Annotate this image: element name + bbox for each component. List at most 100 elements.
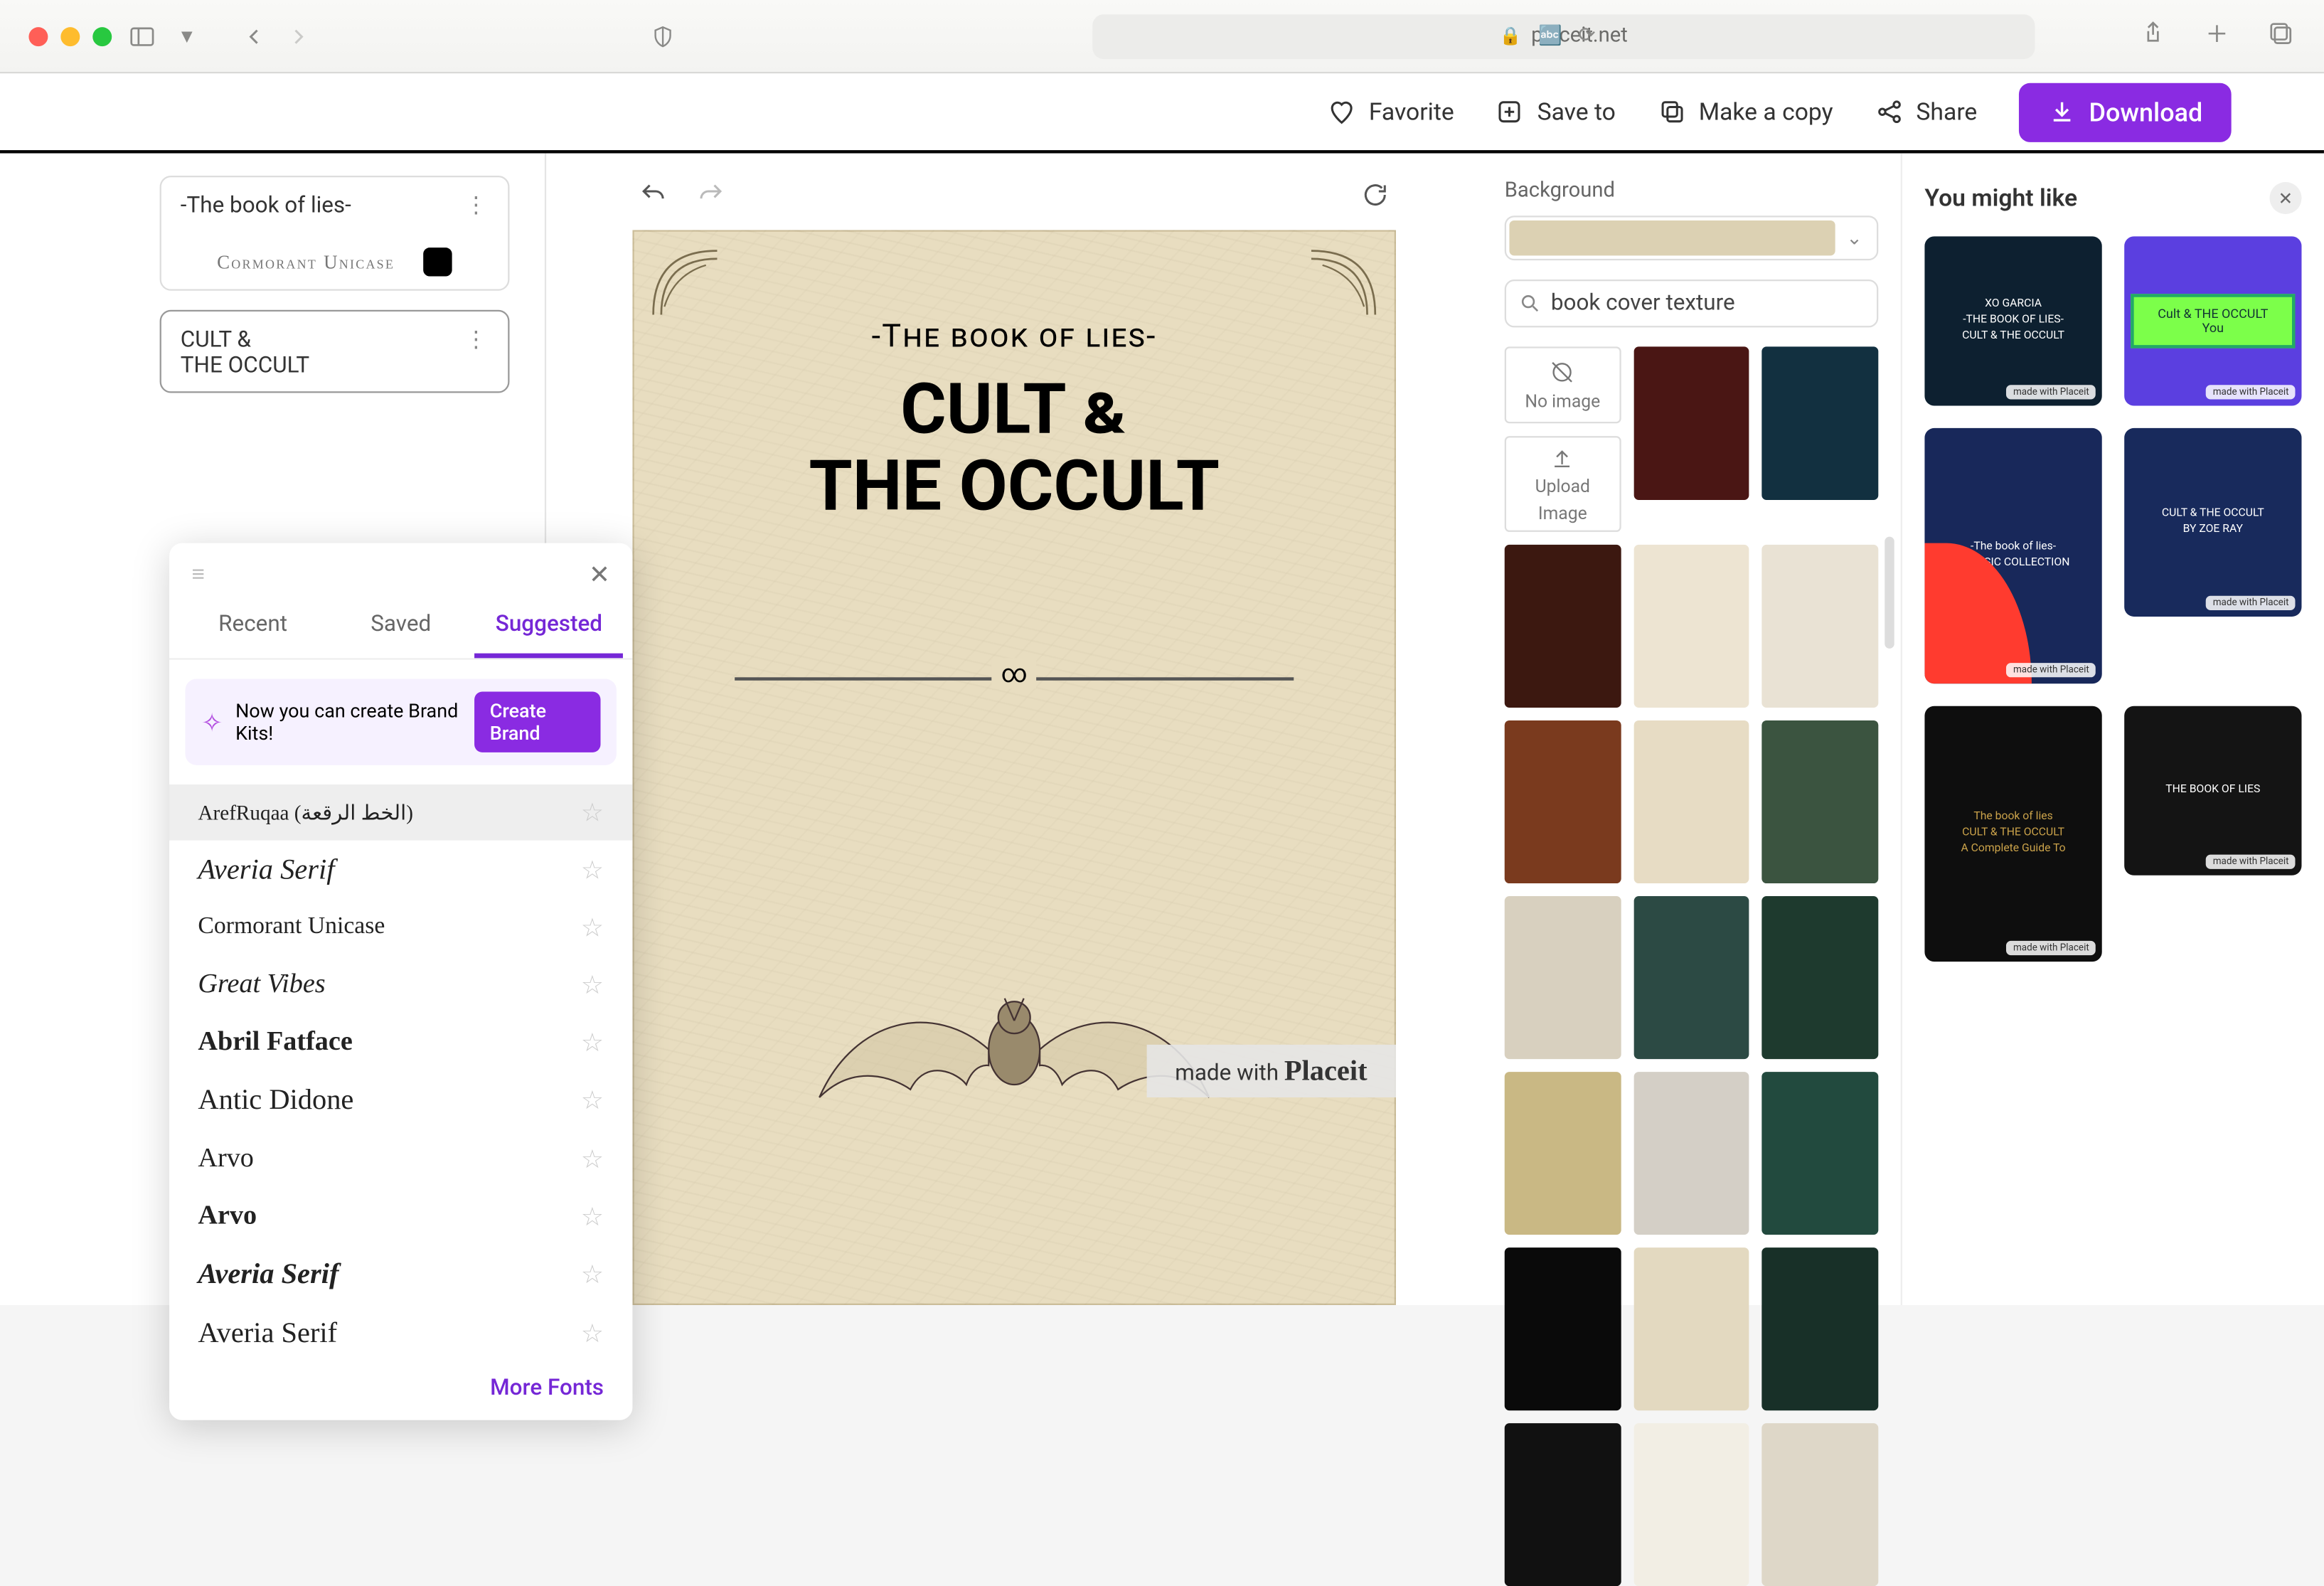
suggestion-card[interactable]: -The book of lies- CLASSIC COLLECTIONmad… [1924, 428, 2101, 683]
tab-saved[interactable]: Saved [327, 596, 475, 659]
maximize-window[interactable] [92, 26, 112, 46]
suggestions-panel: You might like ✕ XO GARCIA -THE BOOK OF … [1902, 154, 2324, 1305]
share-button[interactable]: Share [1875, 97, 1977, 126]
font-option[interactable]: Cormorant Unicase☆ [169, 899, 632, 955]
texture-swatch[interactable] [1633, 896, 1749, 1059]
cover-title[interactable]: CULT & THE OCCULT [632, 370, 1396, 524]
tab-suggested[interactable]: Suggested [475, 596, 623, 659]
more-icon[interactable]: ⋮ [465, 193, 489, 219]
redo-icon[interactable] [696, 180, 725, 215]
font-option[interactable]: Arvo ☆ [169, 1129, 632, 1187]
scrollbar[interactable] [1885, 537, 1894, 649]
window-controls[interactable] [28, 26, 112, 46]
texture-swatch[interactable] [1505, 545, 1621, 708]
texture-swatch[interactable] [1505, 1423, 1621, 1586]
suggestion-card[interactable]: The book of lies CULT & THE OCCULT A Com… [1924, 706, 2101, 962]
no-image-option[interactable]: No image [1505, 346, 1621, 423]
canvas-area: -The book of lies- CULT & THE OCCULT mad… [546, 154, 1482, 1305]
create-brand-button[interactable]: Create Brand [474, 692, 600, 752]
suggestion-card[interactable]: THE BOOK OF LIESmade with Placeit [2124, 706, 2301, 876]
cover-subtitle[interactable]: -The book of lies- [632, 316, 1396, 354]
star-icon[interactable]: ☆ [581, 912, 604, 942]
undo-icon[interactable] [639, 180, 667, 215]
texture-swatch[interactable] [1505, 896, 1621, 1059]
texture-swatch[interactable] [1633, 1072, 1749, 1235]
texture-swatch[interactable] [1762, 1247, 1878, 1410]
minimize-window[interactable] [60, 26, 80, 46]
reload-icon[interactable]: ⟳ [1578, 24, 1595, 48]
brand-kit-banner: ✧ Now you can create Brand Kits! Create … [186, 679, 617, 765]
star-icon[interactable]: ☆ [581, 969, 604, 999]
texture-swatch[interactable] [1762, 545, 1878, 708]
suggestion-card[interactable]: Cult & THE OCCULT Youmade with Placeit [2124, 236, 2301, 405]
texture-swatch[interactable] [1762, 346, 1878, 500]
more-icon[interactable]: ⋮ [465, 327, 489, 353]
star-icon[interactable]: ☆ [581, 1085, 604, 1115]
translate-icon[interactable]: 🔤 [1538, 24, 1562, 48]
text-layer-card-1[interactable]: -The book of lies- ⋮ Cormorant Unicase [160, 176, 510, 291]
texture-swatch[interactable] [1762, 896, 1878, 1059]
font-option[interactable]: Great Vibes☆ [169, 955, 632, 1013]
texture-swatch[interactable] [1505, 1247, 1621, 1410]
text-layer-card-2[interactable]: CULT & THE OCCULT ⋮ [160, 310, 510, 393]
sidebar-toggle-icon[interactable] [128, 21, 156, 50]
font-preview-label: Averia Serif [198, 1257, 339, 1291]
star-icon[interactable]: ☆ [581, 855, 604, 885]
close-icon[interactable]: ✕ [2270, 182, 2302, 214]
save-to-button[interactable]: Save to [1496, 97, 1616, 126]
texture-swatch[interactable] [1505, 720, 1621, 883]
texture-swatch[interactable] [1762, 1072, 1878, 1235]
shield-icon[interactable] [649, 23, 677, 49]
more-fonts-link[interactable]: More Fonts [169, 1359, 632, 1410]
font-option[interactable]: ArefRuqaa (الخط الرقعة)☆ [169, 784, 632, 841]
suggestion-card[interactable]: CULT & THE OCCULT BY ZOE RAYmade with Pl… [2124, 428, 2301, 617]
drag-handle-icon[interactable]: ≡ [192, 560, 205, 587]
font-option[interactable]: Averia Serif☆ [169, 1304, 632, 1360]
star-icon[interactable]: ☆ [581, 1318, 604, 1348]
texture-search-input[interactable]: book cover texture [1505, 280, 1879, 327]
favorite-button[interactable]: Favorite [1327, 97, 1454, 126]
texture-swatch[interactable] [1633, 545, 1749, 708]
texture-swatch[interactable] [1633, 346, 1749, 500]
suggestion-card[interactable]: XO GARCIA -THE BOOK OF LIES- CULT & THE … [1924, 236, 2101, 405]
watermark-badge: made with Placeit [2207, 596, 2296, 610]
texture-swatch[interactable] [1505, 1072, 1621, 1235]
share-icon[interactable] [2138, 18, 2167, 53]
close-window[interactable] [28, 26, 48, 46]
font-list[interactable]: ArefRuqaa (الخط الرقعة)☆Averia Serif☆Cor… [169, 784, 632, 1360]
texture-swatch[interactable] [1762, 1423, 1878, 1586]
font-preview-label: Arvo [198, 1142, 255, 1174]
download-button[interactable]: Download [2019, 83, 2232, 142]
tabs-icon[interactable] [2266, 18, 2295, 53]
font-option[interactable]: Antic Didone☆ [169, 1070, 632, 1129]
background-select[interactable]: ⌄ [1505, 215, 1879, 260]
color-swatch[interactable] [424, 248, 452, 276]
star-icon[interactable]: ☆ [581, 1026, 604, 1057]
chevron-down-icon[interactable]: ▾ [173, 23, 201, 49]
font-label[interactable]: Cormorant Unicase [217, 250, 395, 274]
texture-swatch[interactable] [1633, 1423, 1749, 1586]
tab-recent[interactable]: Recent [179, 596, 327, 659]
texture-swatch[interactable] [1762, 720, 1878, 883]
design-canvas[interactable]: -The book of lies- CULT & THE OCCULT mad… [632, 230, 1396, 1305]
star-icon[interactable]: ☆ [581, 797, 604, 828]
chevron-down-icon[interactable]: ⌄ [1835, 227, 1874, 249]
new-tab-icon[interactable] [2202, 18, 2231, 53]
close-icon[interactable]: ✕ [589, 559, 610, 590]
font-option[interactable]: Arvo☆ [169, 1187, 632, 1245]
watermark: made with Placeit [1146, 1045, 1396, 1097]
browser-chrome: ▾ 🔒 placeit.net 🔤 ⟳ [0, 0, 2324, 73]
star-icon[interactable]: ☆ [581, 1143, 604, 1173]
texture-swatch[interactable] [1633, 1247, 1749, 1410]
star-icon[interactable]: ☆ [581, 1201, 604, 1231]
make-copy-button[interactable]: Make a copy [1657, 97, 1833, 126]
upload-image-button[interactable]: Upload Image [1505, 436, 1621, 532]
star-icon[interactable]: ☆ [581, 1259, 604, 1289]
font-option[interactable]: Averia Serif ☆ [169, 1245, 632, 1304]
url-bar[interactable]: 🔒 placeit.net 🔤 ⟳ [1092, 14, 2035, 58]
font-option[interactable]: Averia Serif☆ [169, 840, 632, 899]
texture-swatch[interactable] [1633, 720, 1749, 883]
refresh-icon[interactable] [1361, 180, 1390, 215]
back-icon[interactable] [240, 23, 268, 49]
font-option[interactable]: Abril Fatface☆ [169, 1013, 632, 1070]
